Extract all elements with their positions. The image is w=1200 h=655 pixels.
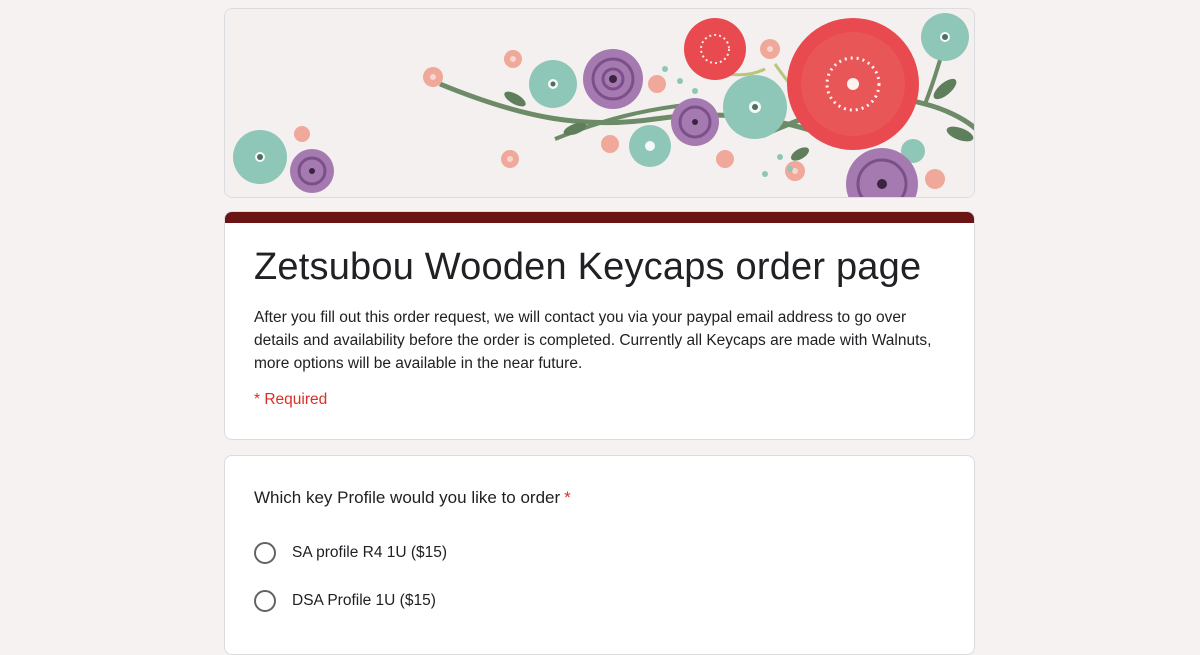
radio-button[interactable] <box>254 542 276 564</box>
form-title-card: Zetsubou Wooden Keycaps order page After… <box>224 211 975 440</box>
option-label: DSA Profile 1U ($15) <box>292 592 436 609</box>
form-description: After you fill out this order request, w… <box>254 309 932 372</box>
radio-option-dsa-profile[interactable]: DSA Profile 1U ($15) <box>254 587 436 615</box>
required-asterisk: * <box>564 488 571 507</box>
question-title: Which key Profile would you like to orde… <box>254 486 571 510</box>
question-card: Which key Profile would you like to orde… <box>224 455 975 655</box>
floral-banner-image <box>225 9 974 197</box>
radio-button[interactable] <box>254 590 276 612</box>
option-label: SA profile R4 1U ($15) <box>292 544 448 561</box>
theme-accent-bar <box>225 212 974 223</box>
radio-option-sa-profile[interactable]: SA profile R4 1U ($15) <box>254 539 447 567</box>
header-banner <box>224 8 975 198</box>
form-title: Zetsubou Wooden Keycaps order page <box>254 246 922 288</box>
required-note: * Required <box>254 391 328 408</box>
question-text: Which key Profile would you like to orde… <box>254 488 561 507</box>
